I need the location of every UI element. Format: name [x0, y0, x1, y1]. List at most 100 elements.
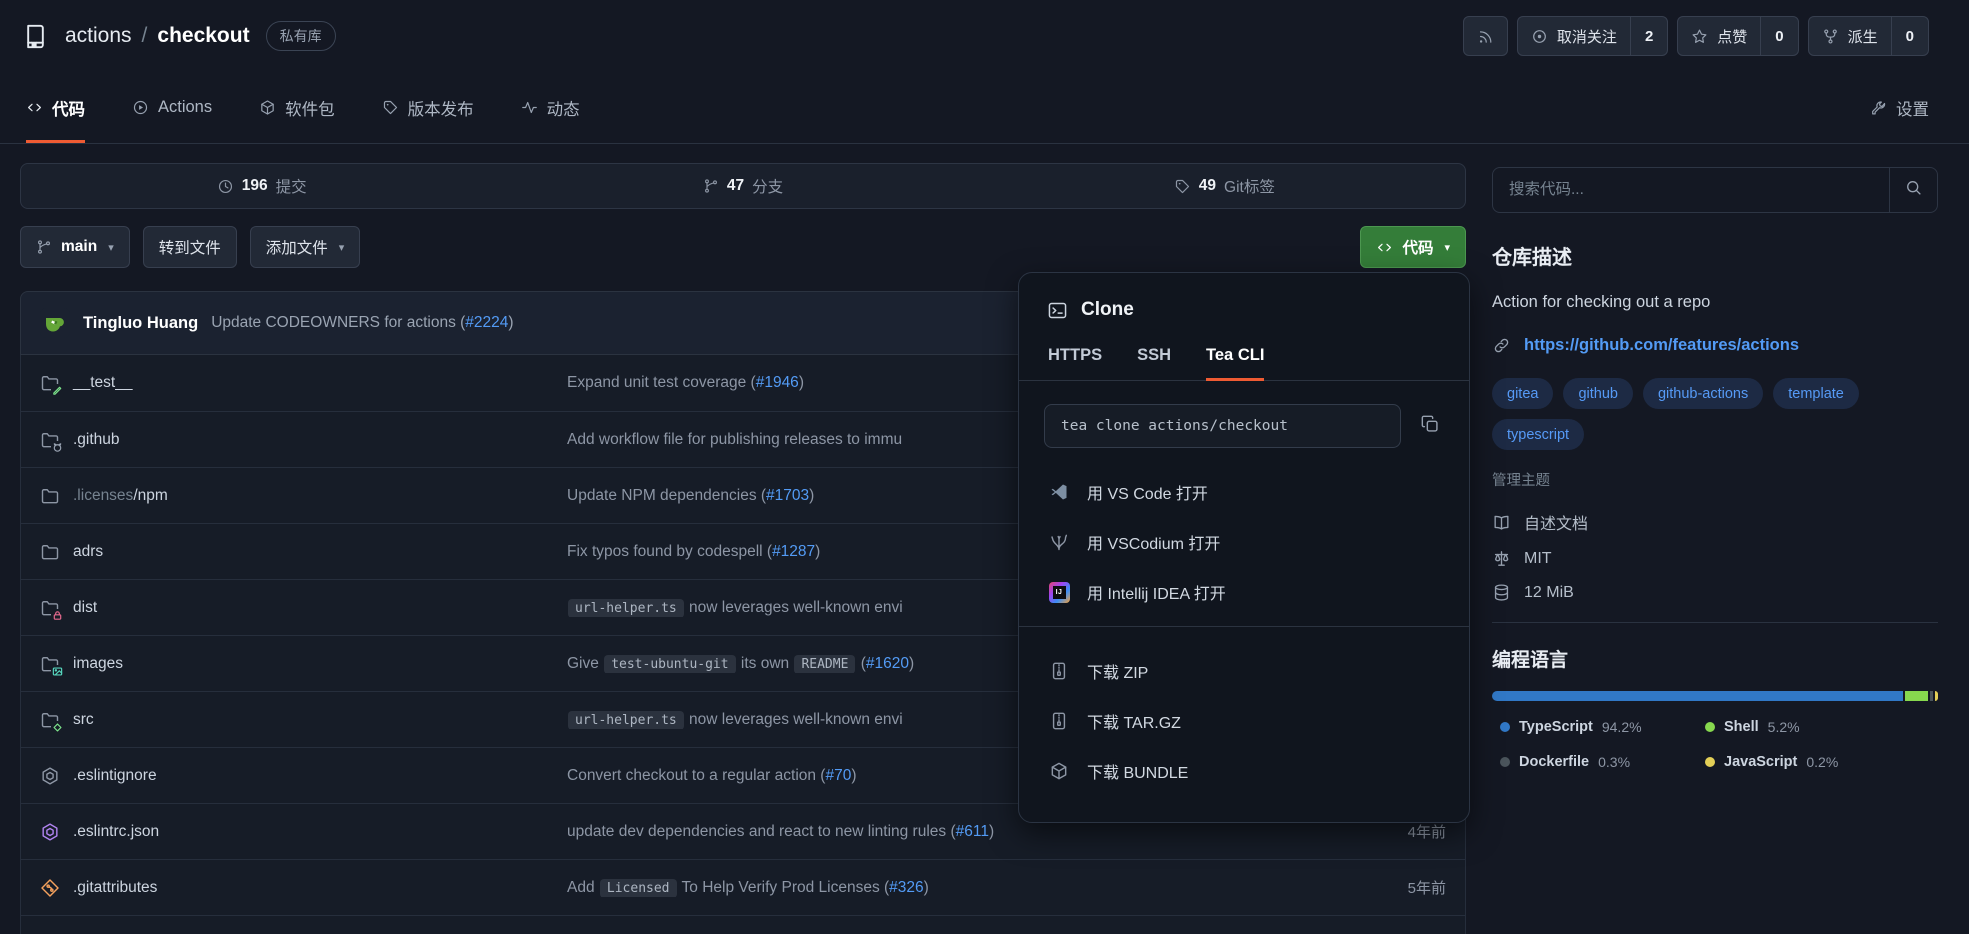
tag-icon — [1174, 178, 1191, 195]
menu-item[interactable]: 用 VS Code 打开 — [1019, 467, 1469, 517]
issue-link[interactable]: #2224 — [465, 314, 508, 331]
file-link[interactable]: .gitattributes — [40, 878, 567, 898]
git-icon — [40, 878, 60, 898]
topic-gitea[interactable]: gitea — [1492, 378, 1553, 409]
tab-Actions[interactable]: Actions — [132, 72, 212, 143]
breadcrumb-separator: / — [142, 24, 148, 48]
stat-提交[interactable]: 196提交 — [21, 175, 502, 197]
file-link[interactable]: dist — [40, 598, 567, 618]
language-bar-segment[interactable] — [1935, 691, 1938, 701]
issue-link[interactable]: #70 — [825, 767, 851, 784]
database-icon — [1492, 583, 1511, 602]
language-bar-segment[interactable] — [1905, 691, 1928, 701]
zip-icon — [1048, 661, 1070, 681]
issue-link[interactable]: #611 — [956, 823, 989, 840]
meta-MIT[interactable]: MIT — [1492, 549, 1938, 568]
language-Dockerfile[interactable]: Dockerfile0.3% — [1500, 754, 1705, 770]
fork-count[interactable]: 0 — [1891, 17, 1928, 55]
play-circle-icon — [132, 99, 149, 116]
language-dot — [1500, 757, 1510, 767]
folder-test-icon — [40, 373, 60, 393]
file-link[interactable]: __test__ — [40, 373, 567, 393]
commit-message[interactable]: update dev dependencies and react to new… — [567, 823, 1336, 841]
issue-link[interactable]: #1946 — [756, 374, 799, 391]
stat-分支[interactable]: 47分支 — [502, 175, 983, 197]
vscodium-icon — [1048, 532, 1070, 552]
description-title: 仓库描述 — [1492, 241, 1938, 270]
settings-label: 设置 — [1896, 96, 1929, 120]
file-link[interactable]: .licenses/npm — [40, 486, 567, 506]
repo-stats-bar: 196提交47分支49Git标签 — [20, 163, 1466, 209]
tab-软件包[interactable]: 软件包 — [259, 72, 335, 143]
topic-github[interactable]: github — [1563, 378, 1633, 409]
tab-代码[interactable]: 代码 — [26, 72, 85, 143]
language-TypeScript[interactable]: TypeScript94.2% — [1500, 719, 1705, 735]
language-bar[interactable] — [1492, 691, 1938, 701]
meta-12 MiB[interactable]: 12 MiB — [1492, 583, 1938, 602]
repo-book-icon — [22, 23, 49, 50]
menu-item[interactable]: 下载 TAR.GZ — [1019, 696, 1469, 746]
tab-settings[interactable]: 设置 — [1870, 72, 1929, 143]
file-link[interactable]: adrs — [40, 542, 567, 562]
star-count[interactable]: 0 — [1760, 17, 1797, 55]
menu-item[interactable]: 下载 ZIP — [1019, 646, 1469, 696]
fork-button[interactable]: 派生0 — [1808, 16, 1929, 56]
menu-divider — [1019, 626, 1469, 627]
language-Shell[interactable]: Shell5.2% — [1705, 719, 1938, 735]
avatar[interactable] — [40, 308, 70, 338]
copy-button[interactable] — [1416, 410, 1444, 443]
clone-tab-SSH[interactable]: SSH — [1137, 346, 1171, 381]
commit-author[interactable]: Tingluo Huang — [83, 314, 198, 333]
readme-icon — [1492, 513, 1511, 532]
language-bar-segment[interactable] — [1492, 691, 1903, 701]
repo-name-link[interactable]: checkout — [157, 24, 249, 48]
clone-tab-HTTPS[interactable]: HTTPS — [1048, 346, 1102, 381]
code-button[interactable]: 代码 ▾ — [1360, 226, 1466, 268]
branch-name: main — [61, 238, 97, 256]
issue-link[interactable]: #1287 — [772, 543, 815, 560]
add-file-button[interactable]: 添加文件 ▾ — [250, 226, 361, 268]
code-chip: README — [794, 655, 855, 673]
search-button[interactable] — [1889, 168, 1937, 212]
manage-topics-link[interactable]: 管理主题 — [1492, 469, 1938, 490]
clone-command-input[interactable] — [1044, 404, 1401, 448]
menu-item[interactable]: 下载 BUNDLE — [1019, 746, 1469, 796]
commit-message[interactable]: Update CODEOWNERS for actions (#2224) — [211, 314, 513, 332]
clone-tab-Tea CLI[interactable]: Tea CLI — [1206, 346, 1264, 381]
issue-link[interactable]: #1620 — [866, 655, 909, 672]
search-input[interactable] — [1493, 168, 1889, 212]
star-button[interactable]: 点赞0 — [1677, 16, 1798, 56]
watch-button[interactable]: 取消关注2 — [1517, 16, 1668, 56]
meta-自述文档[interactable]: 自述文档 — [1492, 510, 1938, 534]
commit-message[interactable]: Add Licensed To Help Verify Prod License… — [567, 879, 1336, 897]
watch-count[interactable]: 2 — [1630, 17, 1667, 55]
tab-动态[interactable]: 动态 — [521, 72, 580, 143]
license-icon — [1492, 549, 1511, 568]
file-link[interactable]: .github — [40, 430, 567, 450]
language-dot — [1705, 757, 1715, 767]
topic-typescript[interactable]: typescript — [1492, 419, 1584, 450]
topic-template[interactable]: template — [1773, 378, 1859, 409]
issue-link[interactable]: #1703 — [766, 487, 809, 504]
file-link[interactable]: src — [40, 710, 567, 730]
goto-file-button[interactable]: 转到文件 — [143, 226, 237, 268]
language-bar-segment[interactable] — [1930, 691, 1933, 701]
folder-github-icon — [40, 430, 60, 450]
issue-link[interactable]: #326 — [889, 879, 923, 896]
rss-button[interactable] — [1463, 16, 1508, 56]
sidebar: 仓库描述 Action for checking out a repo http… — [1492, 167, 1938, 770]
file-link[interactable]: .eslintignore — [40, 766, 567, 786]
file-link[interactable]: images — [40, 654, 567, 674]
intellij-icon: IJ — [1048, 582, 1070, 603]
tab-版本发布[interactable]: 版本发布 — [382, 72, 474, 143]
menu-item[interactable]: 用 VSCodium 打开 — [1019, 517, 1469, 567]
branch-selector[interactable]: main ▾ — [20, 226, 130, 268]
website-link[interactable]: https://github.com/features/actions — [1524, 336, 1799, 355]
file-link[interactable]: .eslintrc.json — [40, 822, 567, 842]
language-JavaScript[interactable]: JavaScript0.2% — [1705, 754, 1938, 770]
eye-icon — [1518, 28, 1548, 45]
repo-owner-link[interactable]: actions — [65, 24, 132, 48]
menu-item[interactable]: IJ用 Intellij IDEA 打开 — [1019, 567, 1469, 617]
stat-Git标签[interactable]: 49Git标签 — [984, 175, 1465, 197]
topic-github-actions[interactable]: github-actions — [1643, 378, 1763, 409]
